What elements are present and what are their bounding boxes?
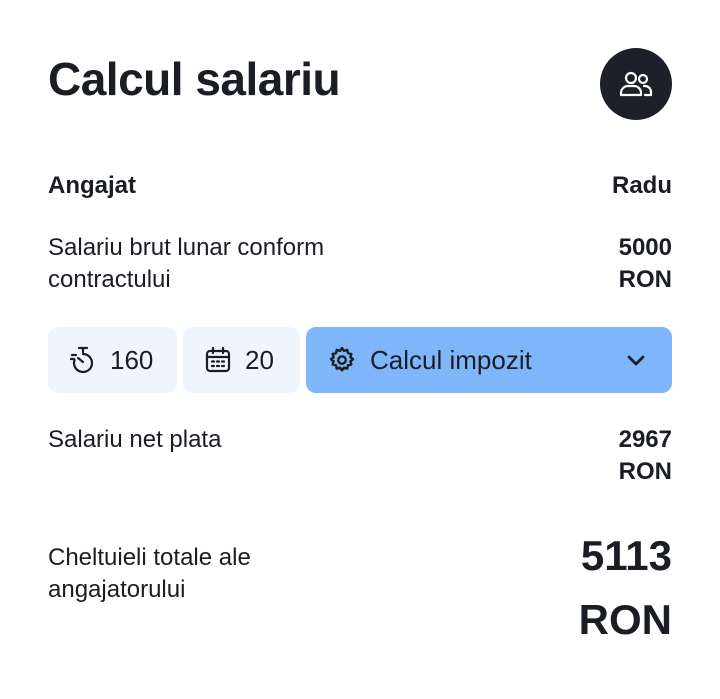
net-salary-value: 2967 RON bbox=[552, 424, 672, 488]
net-salary-amount: 2967 bbox=[618, 426, 672, 453]
tax-calculation-label: Calcul impozit bbox=[370, 344, 532, 375]
chevron-down-icon bbox=[622, 346, 650, 374]
calendar-icon bbox=[203, 345, 233, 375]
employer-total-currency: RON bbox=[578, 596, 672, 643]
employee-name: Radu bbox=[612, 172, 672, 199]
days-value: 20 bbox=[245, 344, 274, 375]
hours-value: 160 bbox=[110, 344, 154, 375]
salary-calculator-card: Calcul salariu Angajat Radu Salariu brut… bbox=[0, 0, 720, 699]
calculation-controls: 160 20 Calcul impozit bbox=[48, 327, 672, 393]
gross-salary-row: Salariu brut lunar conform contractului … bbox=[48, 232, 672, 298]
employer-total-amount: 5113 bbox=[580, 532, 672, 579]
gross-salary-value: 5000 RON bbox=[552, 232, 672, 296]
employer-total-row: Cheltuieli totale ale angajatorului 5113… bbox=[48, 524, 672, 654]
gross-salary-amount: 5000 bbox=[618, 234, 672, 261]
page-title: Calcul salariu bbox=[48, 53, 341, 105]
people-button[interactable] bbox=[600, 48, 672, 120]
net-salary-label: Salariu net plata bbox=[48, 426, 222, 453]
tax-calculation-dropdown[interactable]: Calcul impozit bbox=[306, 327, 672, 393]
hours-button[interactable]: 160 bbox=[48, 327, 177, 393]
net-salary-currency: RON bbox=[618, 458, 672, 485]
gross-salary-label: Salariu brut lunar conform contractului bbox=[48, 234, 325, 293]
stopwatch-icon bbox=[68, 345, 98, 375]
net-salary-row: Salariu net plata 2967 RON bbox=[48, 424, 672, 490]
gross-salary-currency: RON bbox=[618, 266, 672, 293]
gear-icon bbox=[326, 344, 358, 376]
days-button[interactable]: 20 bbox=[183, 327, 300, 393]
users-icon bbox=[619, 71, 653, 97]
employer-total-value: 5113 RON bbox=[512, 524, 672, 652]
employer-total-label: Cheltuieli totale ale angajatorului bbox=[48, 544, 251, 603]
employee-row: Angajat Radu bbox=[48, 170, 672, 204]
employee-label: Angajat bbox=[48, 172, 137, 199]
